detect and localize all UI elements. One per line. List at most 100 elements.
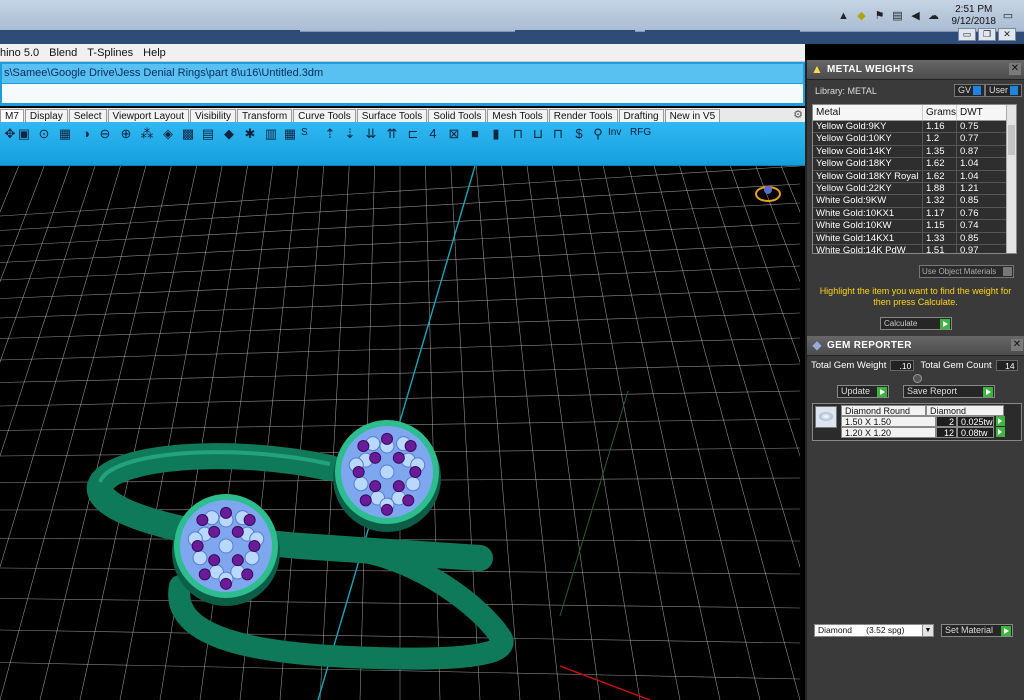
menu-blend[interactable]: Blend: [49, 47, 77, 59]
tab-m7[interactable]: M7: [0, 109, 24, 122]
gem-head-top-amethyst: [402, 494, 415, 507]
metal-cell-dwt: 0.77: [957, 133, 1007, 145]
grid-line: [0, 166, 45, 283]
layout-icon[interactable]: ▥: [263, 126, 279, 142]
perspective-viewport[interactable]: [0, 166, 800, 700]
box-blue-icon[interactable]: ■: [467, 126, 483, 142]
shield-icon[interactable]: ◆: [856, 10, 868, 22]
metal-table[interactable]: Metal Grams DWT Yellow Gold:9KY 1.16 0.75 Y…: [812, 104, 1017, 254]
gem-cut-icon[interactable]: ◈: [160, 126, 176, 142]
metal-row[interactable]: Yellow Gold:10KY 1.2 0.77: [813, 133, 1016, 146]
save-icon[interactable]: ▤: [200, 126, 216, 142]
gv-button[interactable]: GV: [954, 84, 986, 97]
invert-icon[interactable]: ⚲: [590, 126, 606, 142]
close-icon[interactable]: ✕: [1009, 63, 1021, 75]
s-label[interactable]: S: [301, 127, 308, 138]
collapse-toggle-icon[interactable]: [913, 374, 922, 383]
menu-tsplines[interactable]: T-Splines: [87, 47, 133, 59]
user-button[interactable]: User: [985, 84, 1023, 97]
metal-row[interactable]: Yellow Gold:18KY 1.62 1.04: [813, 158, 1016, 171]
gem-reporter-title: GEM REPORTER: [827, 340, 912, 351]
menu-help[interactable]: Help: [143, 47, 166, 59]
monitor-icon[interactable]: ▣: [16, 126, 32, 142]
metal-row[interactable]: White Gold:14K PdW 1.51 0.97: [813, 244, 1016, 253]
unlock-icon[interactable]: ⊔: [530, 126, 546, 142]
display-icon[interactable]: ▭: [1002, 10, 1014, 22]
circle-select-icon[interactable]: ⊙: [36, 126, 52, 142]
rfg-label[interactable]: RFG: [630, 127, 651, 138]
close-button[interactable]: ✕: [998, 28, 1016, 41]
metal-row[interactable]: Yellow Gold:22KY 1.88 1.21: [813, 182, 1016, 196]
metal-row[interactable]: White Gold:14KX1 1.33 0.85: [813, 232, 1016, 245]
menu-rhino[interactable]: hino 5.0: [0, 47, 39, 59]
metal-row[interactable]: White Gold:10KW 1.15 0.74: [813, 220, 1016, 233]
calculate-button[interactable]: Calculate: [880, 317, 952, 330]
tab-render-tools[interactable]: Render Tools: [548, 109, 618, 122]
chevron-up-icon[interactable]: ▲: [838, 10, 850, 22]
move-up-icon[interactable]: ⇈: [384, 126, 400, 142]
tab-curve-tools[interactable]: Curve Tools: [293, 109, 356, 122]
tab-solid-tools[interactable]: Solid Tools: [428, 109, 487, 122]
tab-surface-tools[interactable]: Surface Tools: [356, 109, 428, 122]
spheres-icon[interactable]: ⁂: [139, 126, 155, 142]
four-icon[interactable]: 4: [425, 126, 441, 142]
material-select[interactable]: Diamond (3.52 spg) ▼: [814, 624, 934, 637]
globe-icon[interactable]: ⊕: [118, 126, 134, 142]
metal-cell-metal: Yellow Gold:18KY: [813, 158, 923, 170]
metal-row[interactable]: White Gold:9KW 1.32 0.85: [813, 195, 1016, 208]
save-report-button[interactable]: Save Report: [903, 385, 995, 398]
update-button[interactable]: Update: [837, 385, 889, 398]
clock[interactable]: 2:51 PM 9/12/2018: [952, 4, 997, 28]
col-dwt[interactable]: DWT: [957, 105, 1007, 120]
command-input[interactable]: [2, 84, 803, 104]
tab-transform[interactable]: Transform: [236, 109, 293, 122]
tab-visibility[interactable]: Visibility: [190, 109, 236, 122]
cloud-icon[interactable]: ☁: [928, 10, 940, 22]
tab-viewport-layout[interactable]: Viewport Layout: [107, 109, 190, 122]
bracket-icon[interactable]: ⊏: [405, 126, 421, 142]
metal-row[interactable]: White Gold:10KX1 1.17 0.76: [813, 207, 1016, 221]
col-metal[interactable]: Metal: [813, 105, 923, 120]
network-icon[interactable]: ▤: [892, 10, 904, 22]
gem-row-2-arrow-icon[interactable]: [996, 427, 1005, 437]
metal-row[interactable]: Yellow Gold:9KY 1.16 0.75: [813, 121, 1016, 134]
col-grams[interactable]: Grams: [923, 105, 957, 120]
gem-table[interactable]: Diamond Round Diamond 1.50 X 1.50 2 0.02…: [812, 403, 1022, 441]
cylinder-icon[interactable]: ▮: [488, 126, 504, 142]
grid-icon[interactable]: ▦: [57, 126, 73, 142]
down-arrow-icon[interactable]: ⇣: [342, 126, 358, 142]
set-material-button[interactable]: Set Material: [941, 624, 1013, 637]
table-icon[interactable]: ▦: [282, 126, 298, 142]
gear-icon[interactable]: ⚙: [793, 108, 803, 121]
tab-new-in-v5[interactable]: New in V5: [664, 109, 721, 122]
sphere-half-icon[interactable]: ◑: [78, 126, 94, 142]
inv-label[interactable]: Inv: [608, 127, 621, 138]
mesh-icon[interactable]: ▩: [180, 126, 196, 142]
metal-table-scrollbar[interactable]: [1006, 105, 1016, 253]
move-down-icon[interactable]: ⇊: [363, 126, 379, 142]
close-icon[interactable]: ✕: [1011, 339, 1023, 351]
use-object-materials-button[interactable]: Use Object Materials: [919, 265, 1014, 278]
up-arrow-icon[interactable]: ⇡: [322, 126, 338, 142]
tab-display[interactable]: Display: [24, 109, 68, 122]
lock-alt-icon[interactable]: ⊓: [550, 126, 566, 142]
metal-row[interactable]: Yellow Gold:18KY Royal 1.62 1.04: [813, 170, 1016, 183]
tab-drafting[interactable]: Drafting: [618, 109, 664, 122]
gem-totals-row: Total Gem Weight .10 Total Gem Count 14: [809, 357, 1024, 373]
gear-tool-icon[interactable]: ✱: [242, 126, 258, 142]
flag-icon[interactable]: ⚑: [874, 10, 886, 22]
scroll-thumb[interactable]: [1008, 125, 1015, 155]
cube-icon[interactable]: ◆: [221, 126, 237, 142]
restore-button[interactable]: ❐: [978, 28, 996, 41]
sphere-lines-icon[interactable]: ⊖: [97, 126, 113, 142]
gem-row-1-arrow-icon[interactable]: [996, 416, 1005, 426]
tab-select[interactable]: Select: [68, 109, 107, 122]
gem-count-1: 2: [936, 416, 957, 427]
metal-row[interactable]: Yellow Gold:14KY 1.35 0.87: [813, 145, 1016, 159]
dollar-icon[interactable]: $: [571, 126, 587, 142]
minimize-button[interactable]: ▭: [958, 28, 976, 41]
volume-icon[interactable]: ◀: [910, 10, 922, 22]
tab-mesh-tools[interactable]: Mesh Tools: [487, 109, 548, 122]
lock-icon[interactable]: ⊓: [510, 126, 526, 142]
x-box-icon[interactable]: ⊠: [446, 126, 462, 142]
